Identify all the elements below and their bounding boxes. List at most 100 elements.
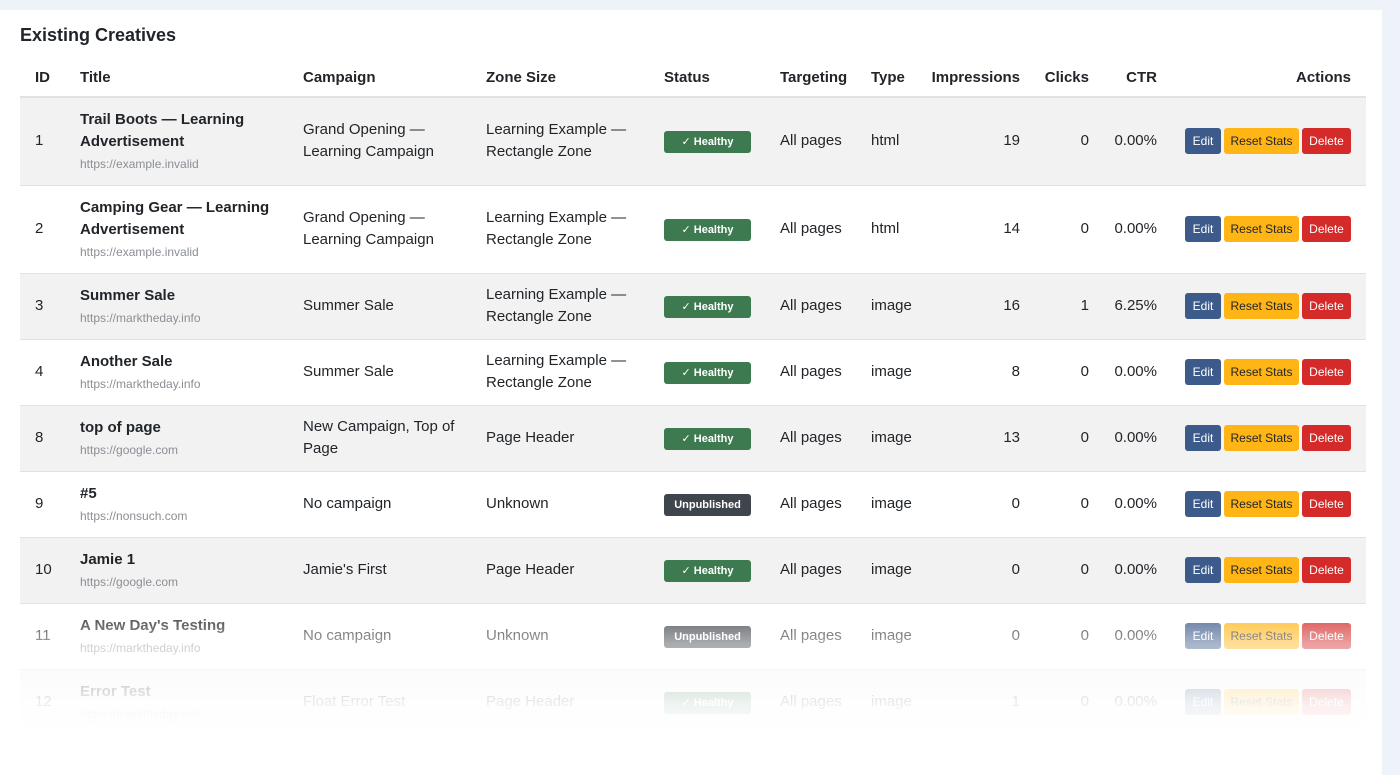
cell-status: ✓ Healthy bbox=[664, 97, 780, 186]
delete-button[interactable]: Delete bbox=[1302, 216, 1351, 242]
edit-button[interactable]: Edit bbox=[1185, 557, 1221, 583]
edit-button[interactable]: Edit bbox=[1185, 425, 1221, 451]
cell-type: image bbox=[871, 405, 930, 472]
cell-actions: Edit Reset Stats Delete bbox=[1157, 405, 1366, 472]
reset-stats-button[interactable]: Reset Stats bbox=[1224, 293, 1299, 319]
reset-stats-button[interactable]: Reset Stats bbox=[1224, 216, 1299, 242]
delete-button[interactable]: Delete bbox=[1302, 128, 1351, 155]
edit-button[interactable]: Edit bbox=[1185, 293, 1221, 319]
cell-ctr: 0.00% bbox=[1089, 603, 1157, 670]
edit-button[interactable]: Edit bbox=[1185, 128, 1221, 155]
ctr-value: 0.00% bbox=[1114, 495, 1157, 512]
targeting-value: All pages bbox=[780, 693, 842, 710]
clicks-value: 1 bbox=[1080, 297, 1089, 314]
reset-stats-button[interactable]: Reset Stats bbox=[1224, 689, 1299, 715]
col-header-clicks: Clicks bbox=[1020, 58, 1089, 98]
cell-targeting: All pages bbox=[780, 339, 871, 406]
creative-title: Trail Boots — Learning Advertisement bbox=[80, 110, 245, 150]
zone-size: Learning Example — Rectangle Zone bbox=[486, 209, 627, 248]
edit-button[interactable]: Edit bbox=[1185, 216, 1221, 242]
status-badge: Unpublished bbox=[664, 625, 751, 648]
reset-stats-button[interactable]: Reset Stats bbox=[1224, 491, 1299, 517]
cell-ctr: 0.00% bbox=[1089, 669, 1157, 736]
edit-button[interactable]: Edit bbox=[1185, 689, 1221, 715]
reset-stats-button[interactable]: Reset Stats bbox=[1224, 623, 1299, 649]
clicks-value: 0 bbox=[1080, 561, 1089, 578]
cell-id: 12 bbox=[20, 669, 80, 736]
targeting-value: All pages bbox=[780, 627, 842, 644]
clicks-value: 0 bbox=[1080, 132, 1089, 150]
cell-title: Trail Boots — Learning Advertisement htt… bbox=[80, 97, 303, 186]
reset-stats-button[interactable]: Reset Stats bbox=[1224, 359, 1299, 385]
col-header-status: Status bbox=[664, 58, 780, 98]
ctr-value: 0.00% bbox=[1114, 429, 1157, 446]
table-row: 10 Jamie 1 https://google.com Jamie's Fi… bbox=[20, 537, 1366, 604]
row-id: 8 bbox=[35, 429, 44, 446]
status-badge: ✓ Healthy bbox=[664, 218, 751, 241]
cell-type: image bbox=[871, 339, 930, 406]
creative-url: https://nonsuch.com bbox=[80, 508, 188, 523]
cell-id: 1 bbox=[20, 97, 80, 186]
creative-url: https://marktheday.info bbox=[80, 640, 201, 655]
impressions-value: 13 bbox=[1003, 429, 1020, 446]
creative-url: https://marktheday.info bbox=[80, 706, 201, 721]
cell-id: 3 bbox=[20, 273, 80, 340]
impressions-value: 1 bbox=[1011, 693, 1020, 710]
cell-actions: Edit Reset Stats Delete bbox=[1157, 537, 1366, 604]
delete-button[interactable]: Delete bbox=[1302, 359, 1351, 385]
cell-clicks: 0 bbox=[1020, 537, 1089, 604]
delete-button[interactable]: Delete bbox=[1302, 557, 1351, 583]
cell-id: 8 bbox=[20, 405, 80, 472]
cell-zone-size: Unknown bbox=[486, 603, 664, 670]
campaign-name: Summer Sale bbox=[303, 297, 394, 314]
cell-ctr: 0.00% bbox=[1089, 405, 1157, 472]
cell-actions: Edit Reset Stats Delete bbox=[1157, 669, 1366, 736]
edit-button[interactable]: Edit bbox=[1185, 359, 1221, 385]
cell-impressions: 8 bbox=[930, 339, 1020, 406]
cell-actions: Edit Reset Stats Delete bbox=[1157, 185, 1366, 274]
row-id: 9 bbox=[35, 495, 44, 512]
clicks-value: 0 bbox=[1080, 627, 1089, 644]
cell-clicks: 0 bbox=[1020, 405, 1089, 472]
edit-button[interactable]: Edit bbox=[1185, 623, 1221, 649]
status-badge: ✓ Healthy bbox=[664, 559, 751, 582]
campaign-name: Grand Opening — Learning Campaign bbox=[303, 209, 434, 248]
reset-stats-button[interactable]: Reset Stats bbox=[1224, 557, 1299, 583]
col-header-ctr: CTR bbox=[1089, 58, 1157, 98]
cell-targeting: All pages bbox=[780, 97, 871, 186]
cell-targeting: All pages bbox=[780, 471, 871, 538]
type-value: image bbox=[871, 297, 912, 314]
delete-button[interactable]: Delete bbox=[1302, 689, 1351, 715]
reset-stats-button[interactable]: Reset Stats bbox=[1224, 425, 1299, 451]
cell-campaign: Grand Opening — Learning Campaign bbox=[303, 185, 486, 274]
clicks-value: 0 bbox=[1080, 693, 1089, 710]
cell-clicks: 0 bbox=[1020, 185, 1089, 274]
reset-stats-button[interactable]: Reset Stats bbox=[1224, 128, 1299, 155]
edit-button[interactable]: Edit bbox=[1185, 491, 1221, 517]
creatives-table: ID Title Campaign Zone Size Status Targe… bbox=[20, 58, 1366, 736]
status-badge: ✓ Healthy bbox=[664, 691, 751, 714]
impressions-value: 8 bbox=[1011, 363, 1020, 380]
delete-button[interactable]: Delete bbox=[1302, 623, 1351, 649]
cell-title: top of page https://google.com bbox=[80, 405, 303, 472]
type-value: image bbox=[871, 561, 912, 578]
creative-title: Error Test bbox=[80, 682, 151, 700]
cell-campaign: Float Error Test bbox=[303, 669, 486, 736]
delete-button[interactable]: Delete bbox=[1302, 293, 1351, 319]
ctr-value: 0.00% bbox=[1114, 363, 1157, 380]
ctr-value: 0.00% bbox=[1114, 220, 1157, 237]
delete-button[interactable]: Delete bbox=[1302, 425, 1351, 451]
col-header-actions: Actions bbox=[1157, 58, 1366, 98]
delete-button[interactable]: Delete bbox=[1302, 491, 1351, 517]
status-badge: ✓ Healthy bbox=[664, 295, 751, 318]
zone-size: Learning Example — Rectangle Zone bbox=[486, 352, 627, 391]
cell-title: #5 https://nonsuch.com bbox=[80, 471, 303, 538]
cell-campaign: Summer Sale bbox=[303, 339, 486, 406]
type-value: image bbox=[871, 363, 912, 380]
zone-size: Learning Example — Rectangle Zone bbox=[486, 286, 627, 325]
cell-impressions: 14 bbox=[930, 185, 1020, 274]
creative-title: Another Sale bbox=[80, 352, 173, 370]
cell-zone-size: Unknown bbox=[486, 471, 664, 538]
zone-size: Page Header bbox=[486, 561, 575, 578]
zone-size: Unknown bbox=[486, 495, 549, 512]
